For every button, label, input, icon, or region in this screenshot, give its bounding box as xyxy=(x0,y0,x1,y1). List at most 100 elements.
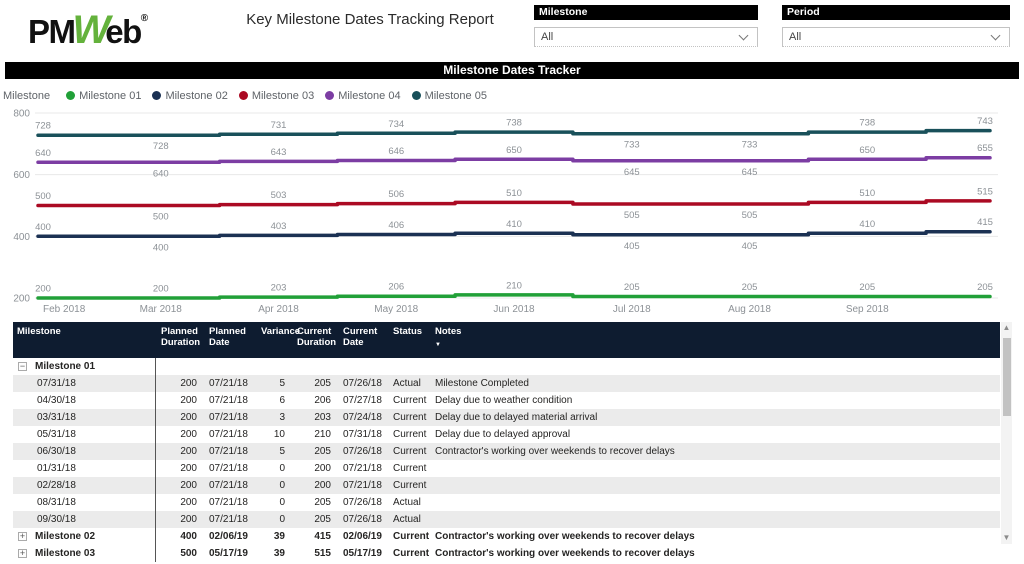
notes-cell: Delay due to weather condition xyxy=(429,392,1000,409)
pmweb-logo: PMWeb® xyxy=(28,8,148,50)
planned_duration-cell: 200 xyxy=(155,375,203,392)
current_date-cell: 02/06/19 xyxy=(337,528,387,545)
status-cell: Current xyxy=(387,528,429,545)
table-row-01-31-18: 01/31/1820007/21/18020007/21/18Current xyxy=(13,460,1000,477)
group-name: Milestone 02 xyxy=(35,528,95,545)
table-row-07-31-18: 07/31/1820007/21/18520507/26/18ActualMil… xyxy=(13,375,1000,392)
status-cell: Current xyxy=(387,409,429,426)
collapse-group-button[interactable]: − xyxy=(18,362,27,371)
column-header-variance[interactable]: Variance xyxy=(255,322,291,358)
column-header-current_duration[interactable]: Current Duration xyxy=(291,322,337,358)
data-label: 405 xyxy=(624,241,640,252)
column-header-planned_duration[interactable]: Planned Duration xyxy=(155,322,203,358)
series-line-milestone-02 xyxy=(38,232,990,237)
column-header-label: Current Date xyxy=(343,326,387,348)
current_duration-cell: 200 xyxy=(291,477,337,494)
variance-cell xyxy=(255,358,291,375)
column-header-current_date[interactable]: Current Date xyxy=(337,322,387,358)
milestone-slicer-dropdown[interactable]: All xyxy=(534,27,758,47)
table-vertical-scrollbar[interactable]: ▲ ▼ xyxy=(1001,322,1012,544)
legend-item-milestone-05[interactable]: Milestone 05 xyxy=(412,90,487,102)
scroll-down-arrow[interactable]: ▼ xyxy=(1001,532,1012,544)
group-name: Milestone 01 xyxy=(35,358,95,375)
planned_date-cell: 07/21/18 xyxy=(203,392,255,409)
scroll-up-arrow[interactable]: ▲ xyxy=(1001,322,1012,334)
table-row-05-31-18: 05/31/1820007/21/181021007/31/18CurrentD… xyxy=(13,426,1000,443)
planned_duration-cell xyxy=(155,358,203,375)
planned_date-cell: 07/21/18 xyxy=(203,409,255,426)
x-axis-tick-label: Mar 2018 xyxy=(140,304,183,315)
scroll-thumb[interactable] xyxy=(1003,338,1011,416)
table-row-06-30-18: 06/30/1820007/21/18520507/26/18CurrentCo… xyxy=(13,443,1000,460)
planned_duration-cell: 200 xyxy=(155,494,203,511)
chart-legend: Milestone Milestone 01Milestone 02Milest… xyxy=(3,88,498,103)
column-header-label: Planned Duration xyxy=(161,326,203,348)
variance-cell: 39 xyxy=(255,528,291,545)
planned_duration-cell: 500 xyxy=(155,545,203,562)
planned_date-cell: 07/21/18 xyxy=(203,443,255,460)
milestone-cell: 09/30/18 xyxy=(13,511,155,528)
data-label: 410 xyxy=(859,219,875,230)
data-label: 650 xyxy=(506,145,522,156)
data-label: 210 xyxy=(506,280,522,291)
x-axis-tick-label: Sep 2018 xyxy=(846,304,889,315)
data-label: 733 xyxy=(624,140,640,151)
x-axis-tick-label: Aug 2018 xyxy=(728,304,771,315)
group-name: Milestone 03 xyxy=(35,545,95,562)
current_duration-cell: 205 xyxy=(291,511,337,528)
column-header-status[interactable]: Status xyxy=(387,322,429,358)
column-header-planned_date[interactable]: Planned Date xyxy=(203,322,255,358)
expand-group-button[interactable]: + xyxy=(18,549,27,558)
variance-cell: 10 xyxy=(255,426,291,443)
chart-legend-items: Milestone 01 Milestone 02 Milestone 03 Mile… xyxy=(66,90,498,102)
status-cell xyxy=(387,358,429,375)
column-header-milestone[interactable]: Milestone xyxy=(13,322,155,358)
data-label: 500 xyxy=(35,191,51,202)
planned_date-cell: 05/17/19 xyxy=(203,545,255,562)
chevron-down-icon xyxy=(739,30,749,40)
variance-cell: 39 xyxy=(255,545,291,562)
notes-cell xyxy=(429,511,1000,528)
x-axis-tick-label: Jun 2018 xyxy=(493,304,535,315)
period-slicer-value: All xyxy=(789,31,801,43)
legend-item-label: Milestone 05 xyxy=(425,90,487,102)
data-label: 415 xyxy=(977,217,993,228)
legend-item-milestone-01[interactable]: Milestone 01 xyxy=(66,90,141,102)
status-cell: Actual xyxy=(387,494,429,511)
legend-dot-icon xyxy=(66,91,75,100)
planned_date-cell xyxy=(203,358,255,375)
legend-item-milestone-04[interactable]: Milestone 04 xyxy=(325,90,400,102)
data-label: 734 xyxy=(388,119,404,130)
logo-eb: eb xyxy=(105,13,141,50)
table-row-milestone-02: +Milestone 0240002/06/193941502/06/19Cur… xyxy=(13,528,1000,545)
data-label: 400 xyxy=(35,222,51,233)
status-cell: Current xyxy=(387,392,429,409)
notes-cell xyxy=(429,460,1000,477)
current_duration-cell: 206 xyxy=(291,392,337,409)
table-row-milestone-03: +Milestone 0350005/17/193951505/17/19Cur… xyxy=(13,545,1000,562)
current_duration-cell: 205 xyxy=(291,443,337,460)
period-slicer: Period All xyxy=(782,5,1010,47)
legend-dot-icon xyxy=(239,91,248,100)
column-header-label: Notes xyxy=(435,326,1000,337)
data-label: 405 xyxy=(742,241,758,252)
table-row-milestone-01: −Milestone 01 xyxy=(13,358,1000,375)
variance-cell: 0 xyxy=(255,477,291,494)
current_duration-cell: 200 xyxy=(291,460,337,477)
legend-title: Milestone xyxy=(3,90,50,102)
period-slicer-dropdown[interactable]: All xyxy=(782,27,1010,47)
status-cell: Actual xyxy=(387,375,429,392)
planned_date-cell: 07/21/18 xyxy=(203,477,255,494)
legend-item-milestone-02[interactable]: Milestone 02 xyxy=(152,90,227,102)
data-label: 403 xyxy=(271,221,287,232)
y-axis-tick-label: 200 xyxy=(13,294,30,305)
column-header-notes[interactable]: Notes▼ xyxy=(429,322,1000,358)
x-axis-tick-label: Feb 2018 xyxy=(43,304,86,315)
data-label: 640 xyxy=(153,168,169,179)
current_date-cell xyxy=(337,358,387,375)
expand-group-button[interactable]: + xyxy=(18,532,27,541)
current_date-cell: 07/24/18 xyxy=(337,409,387,426)
legend-dot-icon xyxy=(412,91,421,100)
legend-item-milestone-03[interactable]: Milestone 03 xyxy=(239,90,314,102)
data-label: 205 xyxy=(742,282,758,293)
